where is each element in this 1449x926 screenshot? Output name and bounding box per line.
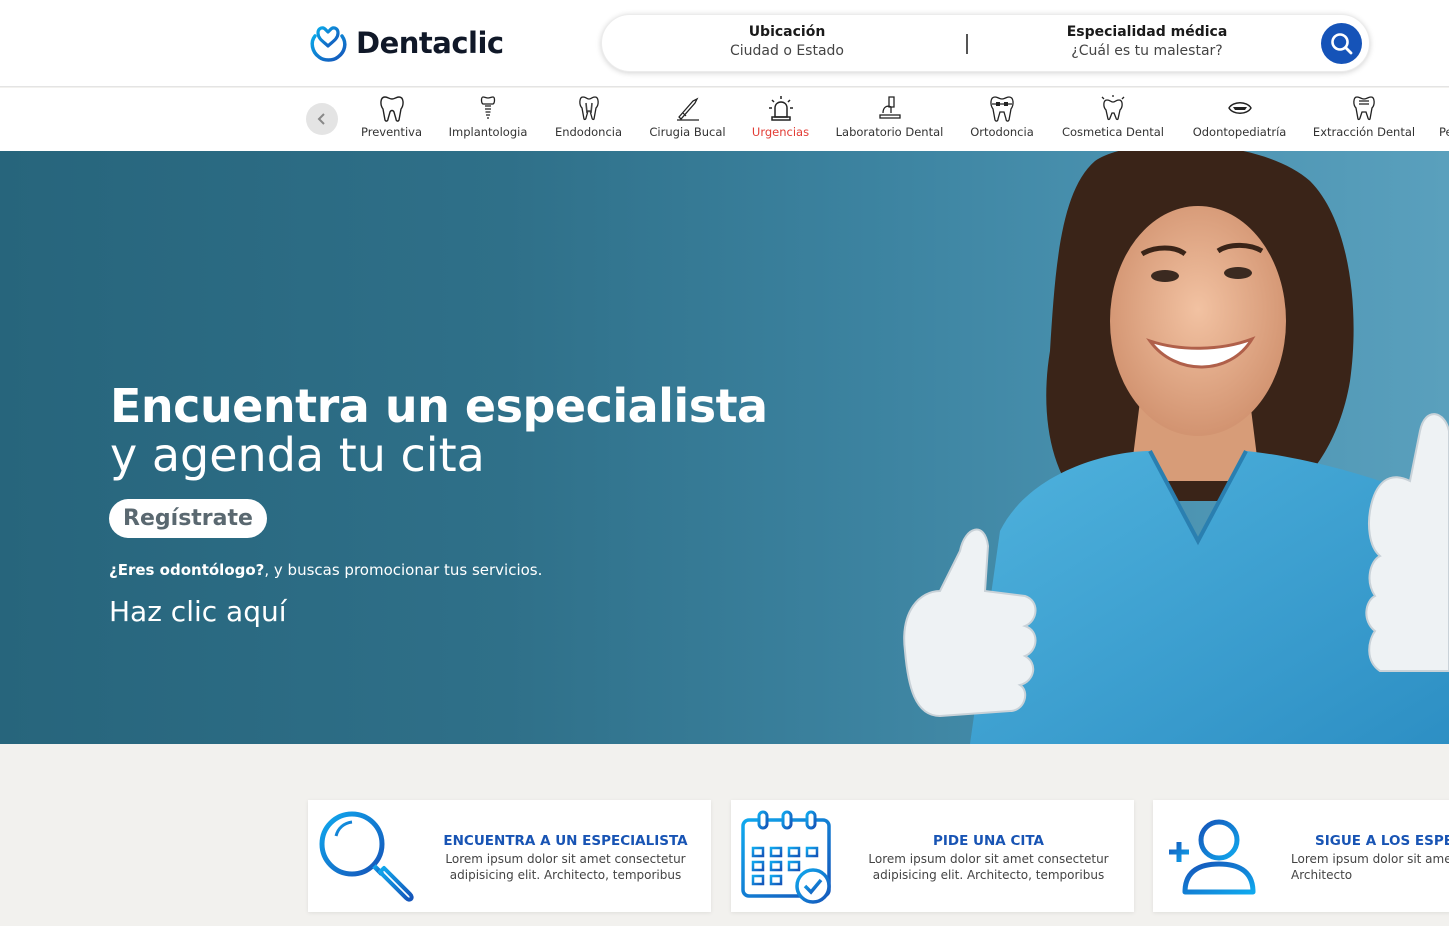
specialty-field[interactable]: Especialidad médica ¿Cuál es tu malestar… <box>1052 24 1242 59</box>
chevron-left-icon <box>317 113 325 125</box>
brand-name: Dentaclic <box>356 26 504 60</box>
card-text: Lorem ipsum dolor sit amet consectetur a… <box>868 852 1109 882</box>
location-label: Ubicación <box>748 24 826 40</box>
dentist-click-link[interactable]: Haz clic aquí <box>109 595 287 628</box>
site-header: Dentaclic Ubicación Ciudad o Estado Espe… <box>0 0 1449 87</box>
category-urgencias[interactable]: Urgencias <box>750 93 811 139</box>
category-label: Implantologia <box>448 125 528 139</box>
feature-card-find-specialist[interactable]: ENCUENTRA A UN ESPECIALISTA Lorem ipsum … <box>308 800 711 912</box>
category-label: Odontopediatría <box>1192 125 1287 139</box>
dentist-promo-rest: , y buscas promocionar tus servicios. <box>264 561 543 579</box>
category-implantologia[interactable]: Implantologia <box>446 93 530 139</box>
dentist-promo-text: ¿Eres odontólogo?, y buscas promocionar … <box>109 561 542 579</box>
category-endodoncia[interactable]: Endodoncia <box>553 93 624 139</box>
microscope-icon <box>878 96 901 119</box>
category-odontopediatria[interactable]: Odontopediatría <box>1190 93 1289 139</box>
category-label: Urgencias <box>751 125 810 139</box>
card-text: Lorem ipsum dolor sit ame adipisicing el… <box>1291 852 1449 882</box>
category-label: Extracción Dental <box>1312 125 1416 139</box>
card-text: Lorem ipsum dolor sit amet consectetur a… <box>445 852 686 882</box>
card-title: SIGUE A LOS ESPECI <box>1315 833 1449 849</box>
category-ortodoncia[interactable]: Ortodoncia <box>968 93 1036 139</box>
location-placeholder[interactable]: Ciudad o Estado <box>702 43 872 59</box>
hero-banner: Encuentra un especialista y agenda tu ci… <box>0 151 1449 744</box>
tooth-heart-icon <box>310 26 347 62</box>
kid-mouth-icon <box>1227 102 1252 114</box>
tooth-icon <box>379 96 404 122</box>
specialty-label: Especialidad médica <box>1066 24 1228 40</box>
add-user-icon <box>1169 819 1256 895</box>
category-partial[interactable]: Pe <box>1439 93 1449 139</box>
card-title: ENCUENTRA A UN ESPECIALISTA <box>443 833 688 849</box>
calendar-check-icon <box>741 810 831 904</box>
search-icon <box>1330 32 1352 54</box>
search-divider <box>966 34 968 54</box>
hero-title-line1: Encuentra un especialista <box>110 379 768 433</box>
category-label: Pe <box>1439 125 1449 139</box>
scalpel-icon <box>676 97 699 121</box>
register-button[interactable]: Regístrate <box>109 499 267 538</box>
feature-card-follow-specialists[interactable]: SIGUE A LOS ESPECI Lorem ipsum dolor sit… <box>1153 800 1449 912</box>
siren-icon <box>768 96 793 121</box>
search-bar: Ubicación Ciudad o Estado Especialidad m… <box>601 14 1370 72</box>
dentist-photo <box>903 151 1449 744</box>
category-preventiva[interactable]: Preventiva <box>360 93 423 139</box>
category-cirugia-bucal[interactable]: Cirugia Bucal <box>647 93 728 139</box>
card-title: PIDE UNA CITA <box>933 833 1044 849</box>
category-label: Cosmetica Dental <box>1061 125 1165 139</box>
category-label: Preventiva <box>360 125 422 139</box>
feature-card-book-appointment[interactable]: PIDE UNA CITA Lorem ipsum dolor sit amet… <box>731 800 1134 912</box>
location-field[interactable]: Ubicación Ciudad o Estado <box>702 24 872 59</box>
category-strip: Preventiva Implantologia Endodoncia Ciru… <box>0 88 1449 151</box>
category-cosmetica-dental[interactable]: Cosmetica Dental <box>1059 93 1167 139</box>
specialty-placeholder[interactable]: ¿Cuál es tu malestar? <box>1052 43 1242 59</box>
category-laboratorio-dental[interactable]: Laboratorio Dental <box>834 93 945 139</box>
category-label: Endodoncia <box>554 125 623 139</box>
logo[interactable]: Dentaclic <box>306 22 504 64</box>
category-label: Cirugia Bucal <box>649 125 726 139</box>
hero-title-line2: y agenda tu cita <box>110 428 485 482</box>
category-prev-button[interactable] <box>306 103 338 135</box>
search-button[interactable] <box>1321 23 1362 64</box>
sparkle-tooth-icon <box>1101 95 1125 121</box>
braces-icon <box>990 96 1014 122</box>
category-extraccion-dental[interactable]: Extracción Dental <box>1312 93 1416 139</box>
extraction-icon <box>1353 96 1375 121</box>
root-canal-icon <box>578 96 599 121</box>
category-label: Laboratorio Dental <box>835 125 944 139</box>
category-label: Ortodoncia <box>970 125 1034 139</box>
dentist-question: ¿Eres odontólogo? <box>109 561 265 579</box>
hero-title: Encuentra un especialista y agenda tu ci… <box>110 382 768 480</box>
magnifier-icon <box>319 811 414 902</box>
implant-icon <box>480 96 496 119</box>
